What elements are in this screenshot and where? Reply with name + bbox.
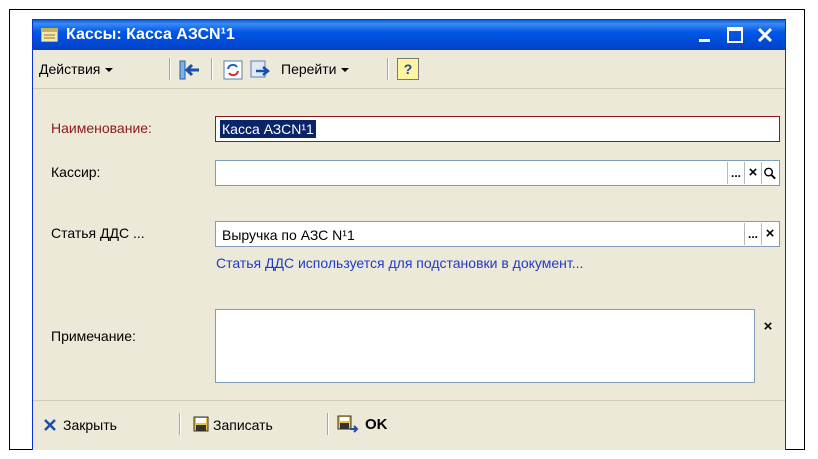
save-and-close-icon <box>337 415 359 433</box>
goto-menu[interactable]: Перейти <box>281 60 350 78</box>
toolbar-separator <box>327 413 329 435</box>
dds-clear-button[interactable]: × <box>761 223 778 245</box>
window-title: Кассы: Касса АЗСN¹1 <box>66 26 235 43</box>
name-field[interactable]: Касса АЗСN¹1 <box>215 116 780 142</box>
close-icon <box>44 419 56 431</box>
save-button[interactable]: Записать <box>189 409 319 441</box>
floppy-disk-icon <box>193 416 209 432</box>
dds-field[interactable]: Выручка по АЗС N¹1 ... × <box>215 221 780 247</box>
search-icon[interactable] <box>761 162 778 184</box>
actions-menu-label: Действия <box>39 61 101 77</box>
toolbar: Действия Перейти ? <box>33 50 785 89</box>
chevron-down-icon <box>341 68 350 73</box>
cashier-clear-button[interactable]: × <box>744 162 761 184</box>
name-label: Наименование: <box>51 120 152 136</box>
note-label: Примечание: <box>51 328 136 344</box>
back-arrow-icon[interactable] <box>179 60 201 80</box>
ok-button-label: OK <box>365 416 388 433</box>
toolbar-separator <box>179 413 181 435</box>
cashier-label: Кассир: <box>51 164 101 180</box>
close-button-label: Закрыть <box>63 417 117 433</box>
maximize-icon[interactable] <box>723 23 747 47</box>
note-clear-button[interactable]: × <box>758 316 778 338</box>
toolbar-separator <box>387 58 389 80</box>
cashier-select-button[interactable]: ... <box>727 162 744 184</box>
toolbar-separator <box>169 58 171 80</box>
actions-menu[interactable]: Действия <box>39 60 114 78</box>
toolbar-separator <box>211 58 213 80</box>
goto-menu-label: Перейти <box>281 61 337 77</box>
form-icon <box>41 28 58 42</box>
save-button-label: Записать <box>213 417 273 433</box>
ok-button[interactable]: OK <box>335 409 415 441</box>
dds-select-button[interactable]: ... <box>744 223 761 245</box>
dds-field-value: Выручка по АЗС N¹1 <box>222 227 355 243</box>
form-window: Кассы: Касса АЗСN¹1 Действия Перейти ? Н… <box>32 19 786 450</box>
close-button[interactable]: Закрыть <box>39 409 169 441</box>
chevron-down-icon <box>105 68 114 73</box>
note-textarea[interactable] <box>215 309 755 383</box>
navigate-icon[interactable] <box>249 59 271 81</box>
title-bar[interactable]: Кассы: Касса АЗСN¹1 <box>33 20 785 50</box>
dds-hint-link[interactable]: Статья ДДС используется для подстановки … <box>216 254 583 272</box>
close-window-icon[interactable] <box>753 23 777 47</box>
dds-label: Статья ДДС ... <box>51 225 145 241</box>
name-field-value: Касса АЗСN¹1 <box>220 120 316 138</box>
refresh-icon[interactable] <box>223 60 243 80</box>
cashier-field[interactable]: ... × <box>215 160 780 186</box>
help-icon[interactable]: ? <box>397 58 419 80</box>
bottom-bar: Закрыть Записать OK <box>33 400 785 450</box>
minimize-icon[interactable] <box>693 23 717 47</box>
